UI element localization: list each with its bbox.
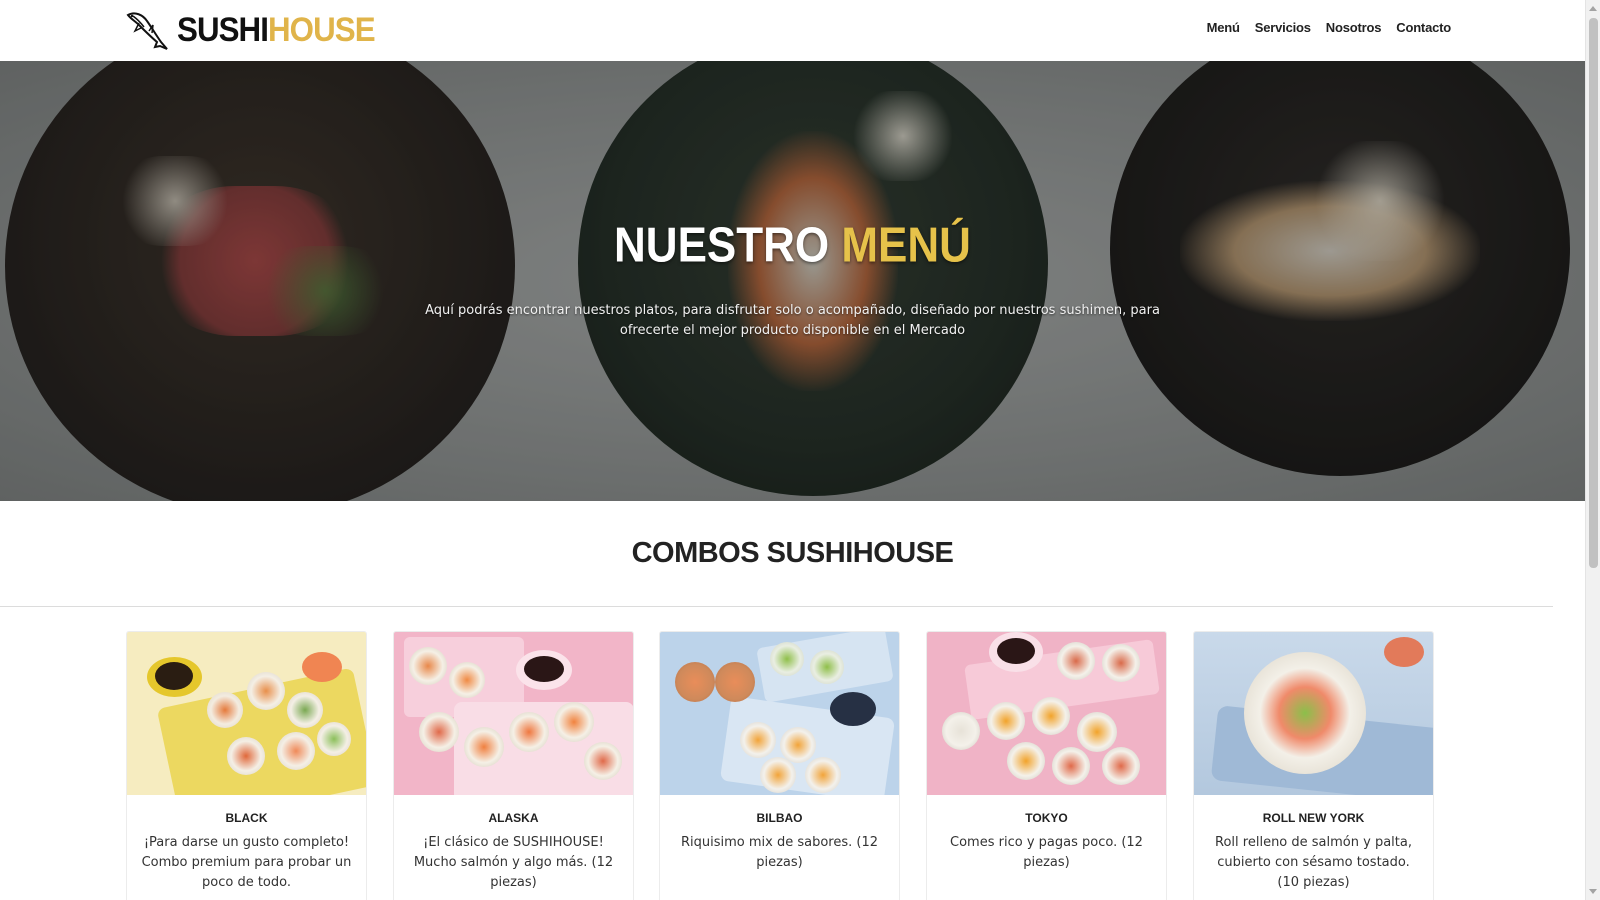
combo-description: ¡Para darse un gusto completo! Combo pre…	[141, 835, 352, 890]
combo-card-bilbao[interactable]: BILBAO Riquisimo mix de sabores. (12 pie…	[659, 631, 900, 900]
hero-title-part1: NUESTRO	[614, 218, 830, 273]
combo-name: BLACK	[225, 811, 268, 825]
nav-item-servicios[interactable]: Servicios	[1255, 20, 1311, 35]
combo-image	[1194, 632, 1433, 795]
scroll-up-arrow-icon[interactable]	[1589, 6, 1597, 11]
combo-card-roll-new-york[interactable]: ROLL NEW YORK Roll relleno de salmón y p…	[1193, 631, 1434, 900]
combo-description: Roll relleno de salmón y palta, cubierto…	[1215, 835, 1412, 890]
brand-part1: SUSHI	[177, 11, 269, 49]
scroll-thumb[interactable]	[1589, 18, 1598, 568]
brand-wordmark: SUSHIHOUSE	[177, 11, 376, 49]
hero-subtitle: Aquí podrás encontrar nuestros platos, p…	[425, 303, 1160, 338]
brand-logo[interactable]: SUSHIHOUSE	[125, 9, 392, 51]
combo-description: Riquisimo mix de sabores. (12 piezas)	[680, 835, 879, 870]
combo-card-black[interactable]: BLACK ¡Para darse un gusto completo! Com…	[126, 631, 367, 900]
combo-name: ALASKA	[488, 811, 539, 825]
combo-description: Comes rico y pagas poco. (12 piezas)	[950, 835, 1143, 870]
page-title: NUESTRO MENÚ	[0, 218, 1585, 274]
section-title: COMBOS SUSHIHOUSE	[631, 537, 954, 569]
hero-banner: NUESTRO MENÚ Aquí podrás encontrar nuest…	[0, 61, 1585, 501]
combo-image	[927, 632, 1166, 795]
nav-item-menu[interactable]: Menú	[1207, 20, 1240, 35]
combo-name: TOKYO	[1025, 811, 1068, 825]
combo-description: ¡El clásico de SUSHIHOUSE! Mucho salmón …	[413, 835, 614, 890]
site-header: SUSHIHOUSE Menú Servicios Nosotros Conta…	[0, 0, 1585, 61]
combo-image	[660, 632, 899, 795]
combo-card-alaska[interactable]: ALASKA ¡El clásico de SUSHIHOUSE! Mucho …	[393, 631, 634, 900]
combo-name: BILBAO	[756, 811, 803, 825]
combo-image	[394, 632, 633, 795]
brand-part2: HOUSE	[268, 11, 376, 49]
combo-image	[127, 632, 366, 795]
page-scrollbar[interactable]	[1585, 0, 1600, 900]
hero-title-part2: MENÚ	[841, 218, 971, 273]
combo-card-tokyo[interactable]: TOKYO Comes rico y pagas poco. (12 pieza…	[926, 631, 1167, 900]
koi-fish-icon	[126, 12, 168, 50]
nav-item-nosotros[interactable]: Nosotros	[1326, 20, 1382, 35]
nav-item-contacto[interactable]: Contacto	[1396, 20, 1451, 35]
combo-name: ROLL NEW YORK	[1262, 811, 1365, 825]
section-divider	[0, 606, 1553, 607]
scroll-down-arrow-icon[interactable]	[1589, 889, 1597, 894]
main-nav: Menú Servicios Nosotros Contacto	[1207, 20, 1452, 35]
